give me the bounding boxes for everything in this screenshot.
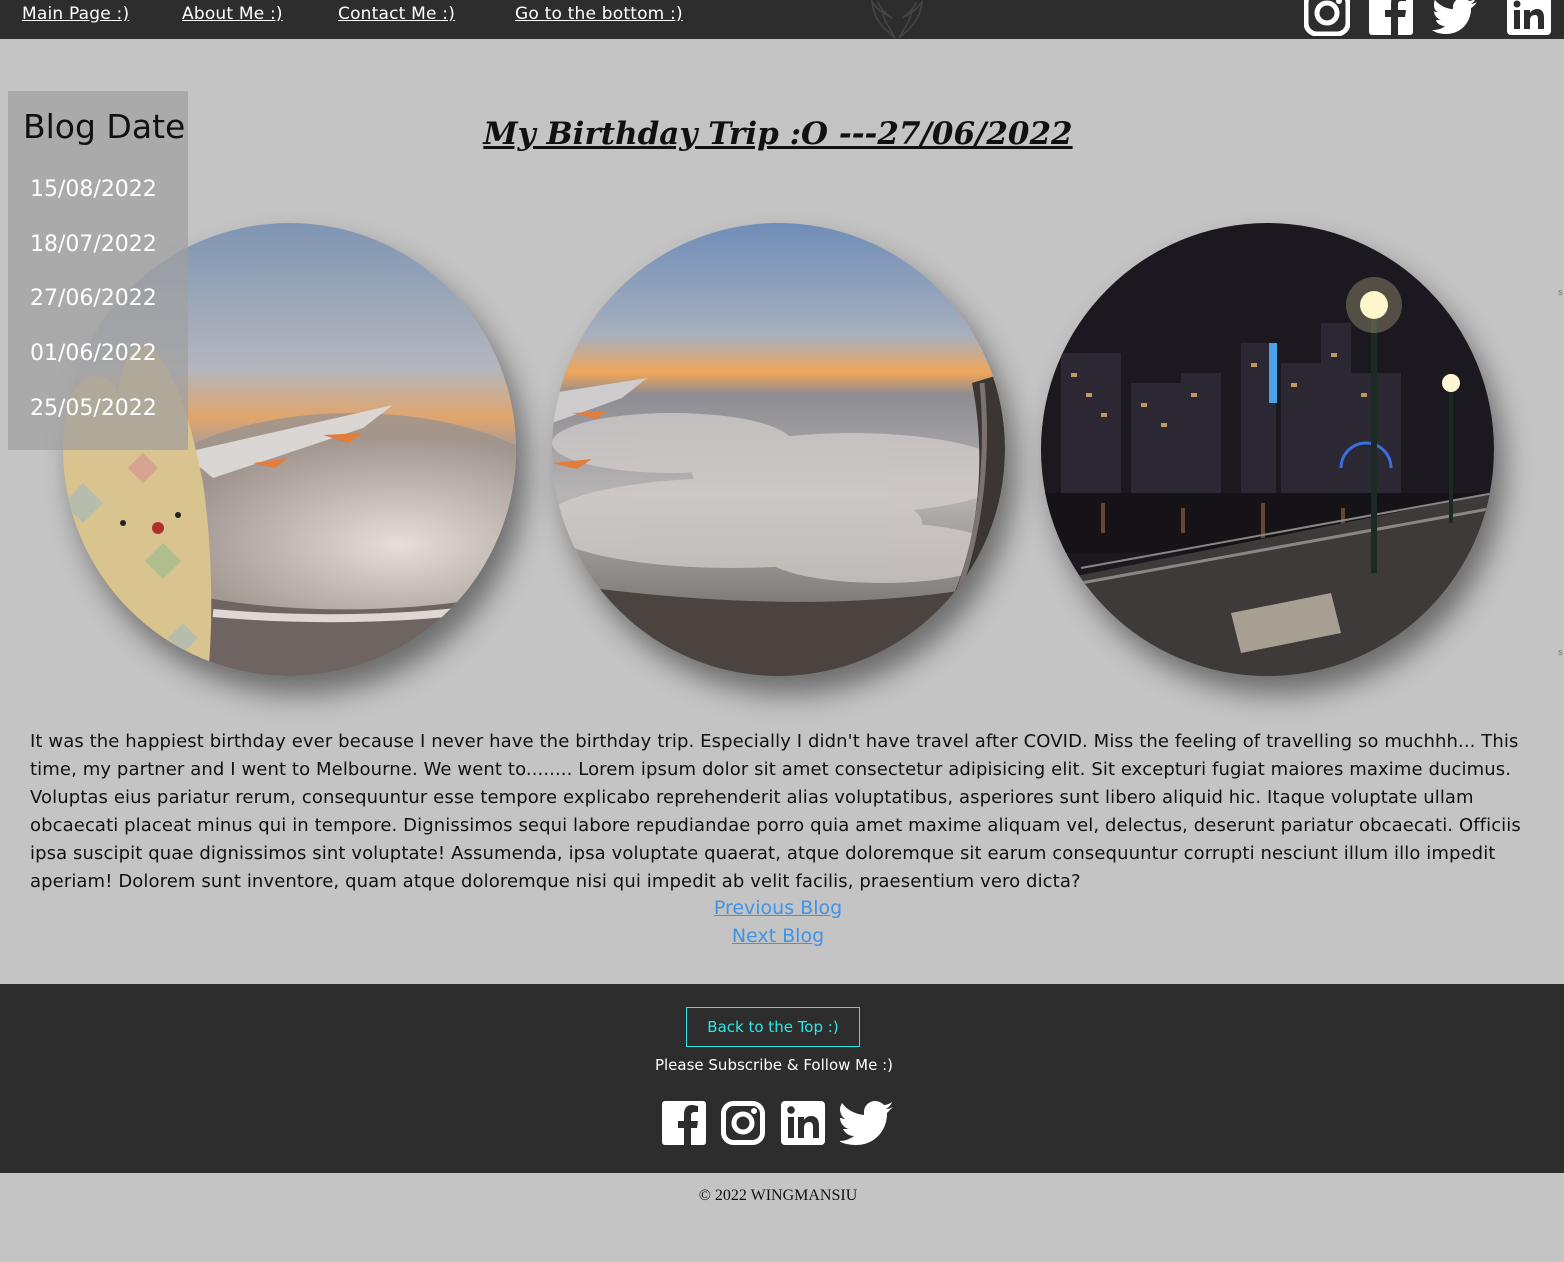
wings-logo-icon <box>870 0 924 39</box>
instagram-icon[interactable] <box>1304 0 1350 36</box>
sidebar-date-link[interactable]: 15/08/2022 <box>30 177 157 202</box>
facebook-icon[interactable] <box>662 1101 706 1145</box>
copyright-text: © 2022 WINGMANSIU <box>698 1187 858 1204</box>
blog-date-sidebar: Blog Date 15/08/2022 18/07/2022 27/06/20… <box>8 91 188 450</box>
scrollbar-hint: s <box>1558 648 1563 658</box>
scrollbar-hint: s <box>1558 288 1563 298</box>
nav-link-main-page[interactable]: Main Page :) <box>22 4 129 24</box>
twitter-icon[interactable] <box>1432 0 1478 36</box>
sidebar-date-link[interactable]: 27/06/2022 <box>30 286 157 311</box>
previous-blog-link[interactable]: Previous Blog <box>0 897 1556 919</box>
nav-link-go-to-bottom[interactable]: Go to the bottom :) <box>515 4 683 24</box>
next-blog-link[interactable]: Next Blog <box>0 925 1556 947</box>
blog-body-text: It was the happiest birthday ever becaus… <box>30 731 1521 892</box>
nav-link-about-me[interactable]: About Me :) <box>182 4 283 24</box>
footer: Back to the Top :) Please Subscribe & Fo… <box>0 984 1564 1173</box>
back-to-top-button[interactable]: Back to the Top :) <box>686 1007 860 1047</box>
photo-clouds-sunset <box>552 223 1005 676</box>
sidebar-date-link[interactable]: 18/07/2022 <box>30 232 157 257</box>
subscribe-text: Please Subscribe & Follow Me :) <box>654 1056 894 1074</box>
blog-title: My Birthday Trip :O ---27/06/2022 <box>483 116 1073 152</box>
nav-link-contact-me[interactable]: Contact Me :) <box>338 4 455 24</box>
sidebar-date-link[interactable]: 01/06/2022 <box>30 341 157 366</box>
instagram-icon[interactable] <box>721 1101 765 1145</box>
top-navbar: Main Page :) About Me :) Contact Me :) G… <box>0 0 1564 39</box>
sidebar-date-link[interactable]: 25/05/2022 <box>30 396 157 421</box>
linkedin-icon[interactable] <box>1506 0 1552 36</box>
twitter-icon[interactable] <box>840 1101 894 1145</box>
sidebar-title: Blog Date <box>23 107 186 146</box>
facebook-icon[interactable] <box>1368 0 1414 36</box>
photo-melbourne-night <box>1041 223 1494 676</box>
linkedin-icon[interactable] <box>781 1101 825 1145</box>
